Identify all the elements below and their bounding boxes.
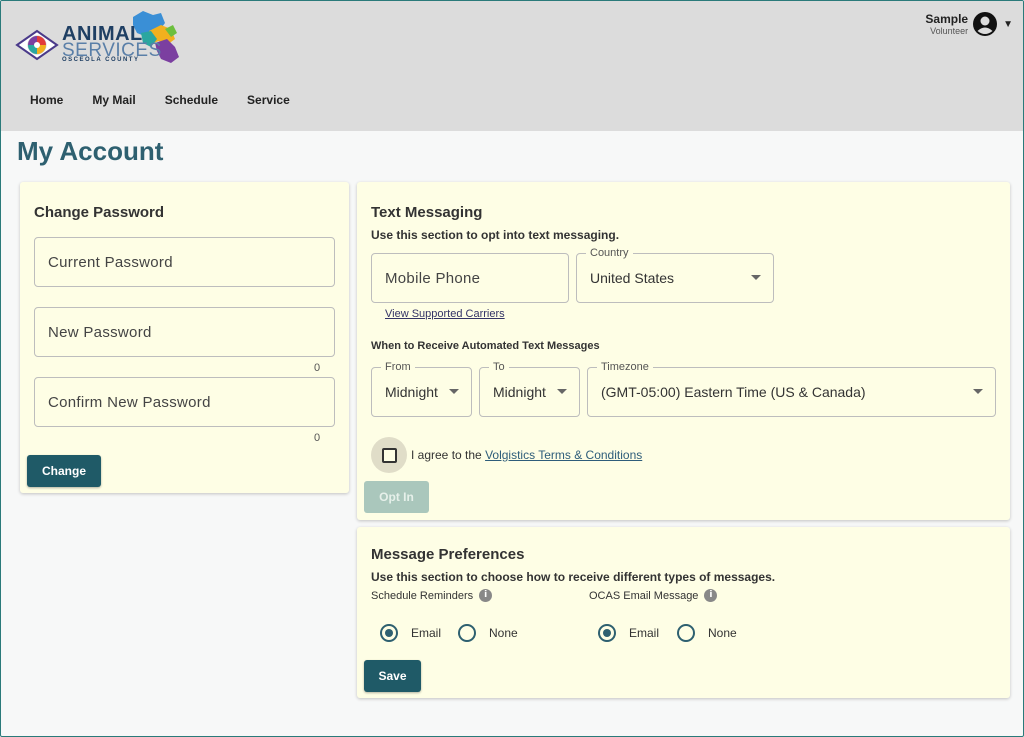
user-menu[interactable]: Sample Volunteer ▼ (925, 11, 1013, 37)
radio-selected-icon (380, 624, 398, 642)
radio-unselected-icon (458, 624, 476, 642)
change-button[interactable]: Change (27, 455, 101, 487)
nav-service[interactable]: Service (232, 89, 304, 111)
current-password-input[interactable] (35, 238, 334, 286)
terms-checkbox[interactable] (371, 437, 407, 473)
dropdown-arrow-icon (751, 275, 761, 280)
schedule-reminders-email-radio[interactable]: Email (380, 624, 441, 642)
timezone-value: (GMT-05:00) Eastern Time (US & Canada) (601, 384, 866, 400)
radio-label: Email (411, 626, 442, 640)
message-preferences-title: Message Preferences (371, 546, 525, 563)
text-messaging-subtitle: Use this section to opt into text messag… (371, 228, 620, 242)
save-button[interactable]: Save (364, 660, 421, 692)
radio-label: None (708, 626, 737, 640)
terms-conditions-link[interactable]: Volgistics Terms & Conditions (485, 448, 642, 462)
user-role: Volunteer (930, 25, 969, 36)
timezone-select[interactable]: Timezone (GMT-05:00) Eastern Time (US & … (587, 360, 996, 417)
schedule-reminders-text: Schedule Reminders (371, 589, 474, 602)
new-password-field[interactable] (34, 307, 335, 357)
view-supported-carriers-link[interactable]: View Supported Carriers (385, 308, 505, 320)
from-value: Midnight (385, 384, 438, 400)
app-frame: ANIMAL SERVICES OSCEOLA COUNTY Home My M… (0, 0, 1024, 737)
top-header: ANIMAL SERVICES OSCEOLA COUNTY Home My M… (1, 1, 1023, 131)
main-nav: Home My Mail Schedule Service (15, 89, 304, 111)
when-to-receive-label: When to Receive Automated Text Messages (371, 340, 600, 352)
confirm-password-field[interactable] (34, 377, 335, 427)
from-select[interactable]: From Midnight (371, 360, 472, 417)
page-title: My Account (17, 136, 164, 166)
country-value: United States (590, 270, 675, 286)
dropdown-arrow-icon (973, 389, 983, 394)
schedule-reminders-none-radio[interactable]: None (458, 624, 518, 642)
confirm-password-input[interactable] (35, 378, 334, 426)
nav-home[interactable]: Home (15, 89, 77, 111)
current-password-field[interactable] (34, 237, 335, 287)
account-circle-icon (973, 12, 998, 36)
opt-in-button[interactable]: Opt In (364, 481, 429, 513)
change-password-title: Change Password (34, 204, 165, 221)
mobile-phone-field[interactable] (371, 253, 569, 303)
country-select[interactable]: Country United States (576, 246, 774, 303)
terms-agreement-text: I agree to the Volgistics Terms & Condit… (411, 448, 642, 462)
caret-down-icon: ▼ (1003, 18, 1013, 30)
radio-unselected-icon (677, 624, 695, 642)
to-value: Midnight (493, 384, 546, 400)
ocas-none-radio[interactable]: None (677, 624, 737, 642)
dropdown-arrow-icon (557, 389, 567, 394)
terms-prefix: I agree to the (411, 448, 486, 462)
radio-label: Email (629, 626, 660, 640)
dropdown-arrow-icon (449, 389, 459, 394)
text-messaging-card: Text Messaging Use this section to opt i… (357, 182, 1010, 520)
schedule-reminders-label: Schedule Reminders i (371, 589, 493, 602)
animal-services-logo[interactable]: ANIMAL SERVICES OSCEOLA COUNTY (15, 9, 185, 69)
radio-selected-icon (598, 624, 616, 642)
checkbox-box[interactable] (382, 448, 397, 463)
ocas-email-message-label: OCAS Email Message i (589, 589, 718, 602)
ocas-email-radio[interactable]: Email (598, 624, 659, 642)
mobile-phone-input[interactable] (372, 254, 568, 302)
radio-label: None (489, 626, 518, 640)
text-messaging-title: Text Messaging (371, 204, 483, 221)
nav-schedule[interactable]: Schedule (150, 89, 232, 111)
new-password-counter: 0 (314, 362, 321, 374)
user-info: Sample Volunteer (925, 13, 968, 36)
ocas-email-message-text: OCAS Email Message (589, 589, 699, 602)
logo-text-county: OSCEOLA COUNTY (62, 57, 140, 63)
info-icon[interactable]: i (479, 589, 493, 602)
nav-my-mail[interactable]: My Mail (77, 89, 149, 111)
user-name: Sample (925, 11, 969, 26)
new-password-input[interactable] (35, 308, 334, 356)
message-preferences-subtitle: Use this section to choose how to receiv… (371, 570, 776, 584)
message-preferences-card: Message Preferences Use this section to … (357, 527, 1010, 698)
info-icon[interactable]: i (704, 589, 718, 602)
change-password-card: Change Password 0 0 Change (20, 182, 349, 493)
to-select[interactable]: To Midnight (479, 360, 580, 417)
confirm-password-counter: 0 (314, 432, 321, 444)
